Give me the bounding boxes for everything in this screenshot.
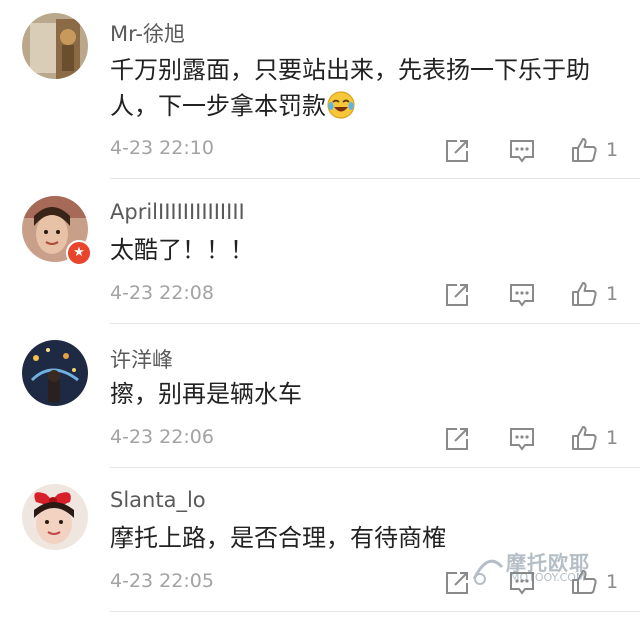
timestamp: 4-23 22:05 — [110, 570, 214, 592]
avatar[interactable] — [22, 484, 88, 550]
timestamp: 4-23 22:08 — [110, 282, 214, 304]
avatar[interactable] — [22, 13, 88, 79]
comment-icon — [510, 572, 534, 595]
timestamp: 4-23 22:06 — [110, 426, 214, 448]
share-icon — [446, 428, 468, 450]
share-icon — [446, 284, 468, 306]
comment-item: ★ AprilIIIIIIIIIIIIII 太酷了！！！ 4-23 22:08 … — [0, 180, 640, 324]
share-icon — [446, 572, 468, 594]
share-icon — [446, 140, 468, 162]
like-button[interactable] — [570, 568, 598, 596]
like-button[interactable] — [570, 424, 598, 452]
like-count: 1 — [606, 283, 619, 305]
username[interactable]: Mr-徐旭 — [110, 18, 185, 48]
share-button[interactable] — [443, 137, 471, 165]
username[interactable]: Slanta_lo — [110, 488, 206, 512]
comment-icon — [510, 284, 534, 307]
comment-actions: 1 — [420, 0, 640, 179]
comment-item: 许洋峰 擦，别再是辆水车 4-23 22:06 1 — [0, 324, 640, 468]
like-button[interactable] — [570, 136, 598, 164]
thumbs-up-icon — [572, 282, 597, 306]
comment-actions: 1 — [420, 180, 640, 324]
comment-item: Slanta_lo 摩托上路，是否合理，有待商榷 4-23 22:05 1 — [0, 468, 640, 612]
comment-actions: 1 — [420, 324, 640, 468]
avatar[interactable] — [22, 340, 88, 406]
like-count: 1 — [606, 571, 619, 593]
share-button[interactable] — [443, 569, 471, 597]
reply-button[interactable] — [508, 281, 536, 309]
comment-actions: 1 — [420, 468, 640, 612]
thumbs-up-icon — [572, 426, 597, 450]
reply-button[interactable] — [508, 425, 536, 453]
thumbs-up-icon — [572, 138, 597, 162]
thumbs-up-icon — [572, 570, 597, 594]
reply-button[interactable] — [508, 569, 536, 597]
like-count: 1 — [606, 427, 619, 449]
share-button[interactable] — [443, 425, 471, 453]
comment-item: Mr-徐旭 千万别露面，只要站出来，先表扬一下乐于助人，下一步拿本罚款 4-23… — [0, 0, 640, 179]
verified-badge-icon: ★ — [66, 240, 92, 266]
like-count: 1 — [606, 139, 619, 161]
comment-icon — [510, 140, 534, 163]
username[interactable]: 许洋峰 — [110, 344, 173, 374]
laughing-crying-emoji-icon — [326, 90, 356, 120]
like-button[interactable] — [570, 280, 598, 308]
share-button[interactable] — [443, 281, 471, 309]
comment-icon — [510, 428, 534, 451]
timestamp: 4-23 22:10 — [110, 137, 214, 159]
reply-button[interactable] — [508, 137, 536, 165]
username[interactable]: AprilIIIIIIIIIIIIII — [110, 200, 245, 224]
